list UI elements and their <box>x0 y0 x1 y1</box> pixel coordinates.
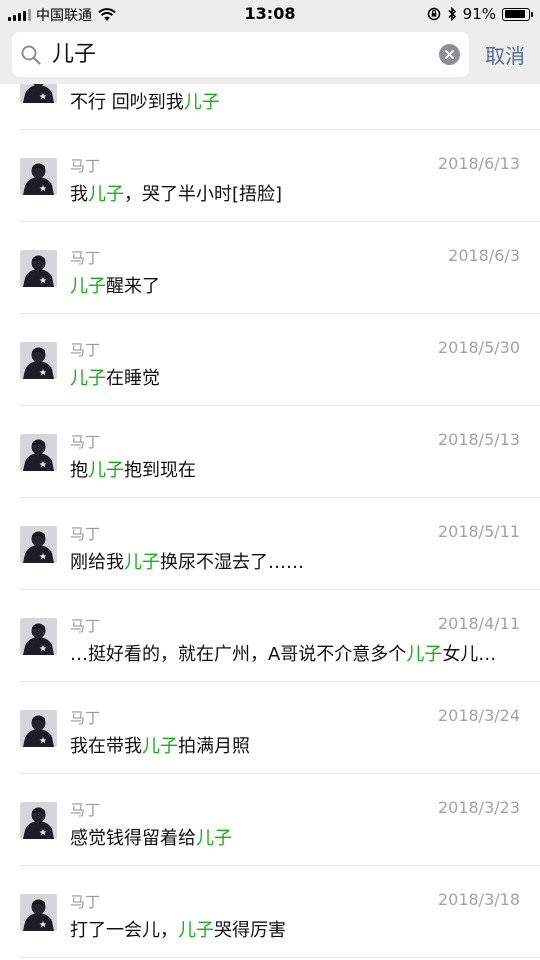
message-date: 2018/5/11 <box>437 522 520 541</box>
snippet-text: 哭得厉害 <box>214 920 286 941</box>
message-snippet: 感觉钱得留着给儿子 <box>70 824 522 850</box>
snippet-text: 女儿… <box>442 644 497 665</box>
message-date: 2018/3/24 <box>437 706 520 725</box>
keyword-highlight: 儿子 <box>196 828 232 849</box>
sender-name: 马丁 <box>70 157 101 175</box>
bluetooth-icon <box>448 6 456 22</box>
search-box <box>12 32 469 77</box>
avatar <box>20 250 57 287</box>
snippet-text: 醒来了 <box>106 276 160 297</box>
search-result-item[interactable]: 马丁 2018/6/3 儿子醒来了 <box>0 222 540 314</box>
message-snippet: 不行 回吵到我儿子 <box>70 88 522 114</box>
avatar <box>20 526 57 563</box>
message-snippet: 我儿子，哭了半小时[捂脸] <box>70 180 522 206</box>
snippet-text: 刚给我 <box>70 552 124 573</box>
message-snippet: 儿子在睡觉 <box>70 364 522 390</box>
sender-name: 马丁 <box>70 433 101 451</box>
sender-name: 马丁 <box>70 617 101 635</box>
divider <box>20 957 540 958</box>
snippet-text: 抱 <box>70 460 88 481</box>
search-icon <box>21 45 41 65</box>
search-input[interactable] <box>52 32 432 77</box>
keyword-highlight: 儿子 <box>124 552 160 573</box>
status-right: 91% <box>427 5 533 23</box>
avatar <box>20 434 57 471</box>
sender-name: 马丁 <box>70 249 101 267</box>
search-result-item[interactable]: 马丁 2018/5/30 儿子在睡觉 <box>0 314 540 406</box>
snippet-text: 抱到现在 <box>124 460 196 481</box>
keyword-highlight: 儿子 <box>88 460 124 481</box>
status-bar: 中国联通 13:08 91% <box>0 0 540 28</box>
message-snippet: …挺好看的，就在广州，A哥说不介意多个儿子女儿… <box>70 640 522 666</box>
message-snippet: 刚给我儿子换尿不湿去了…… <box>70 548 522 574</box>
message-snippet: 打了一会儿，儿子哭得厉害 <box>70 916 522 942</box>
avatar <box>20 802 57 839</box>
sender-name: 马丁 <box>70 801 101 819</box>
search-result-item[interactable]: 马丁 2018/5/13 抱儿子抱到现在 <box>0 406 540 498</box>
search-result-item[interactable]: 马丁 2018/6/13 我儿子，哭了半小时[捂脸] <box>0 130 540 222</box>
keyword-highlight: 儿子 <box>88 184 124 205</box>
clear-icon[interactable] <box>439 44 460 65</box>
avatar <box>20 84 57 103</box>
snippet-text: 感觉钱得留着给 <box>70 828 196 849</box>
rotation-lock-icon <box>427 7 440 21</box>
avatar <box>20 710 57 747</box>
message-date: 2018/5/13 <box>437 430 520 449</box>
search-result-item[interactable]: 马丁 2018/3/24 我在带我儿子拍满月照 <box>0 682 540 774</box>
message-date: 2018/5/30 <box>437 338 520 357</box>
snippet-text: 不行 回吵到我 <box>70 92 184 113</box>
search-result-item[interactable]: 马丁 2018/5/11 刚给我儿子换尿不湿去了…… <box>0 498 540 590</box>
snippet-text: 我在带我 <box>70 736 142 757</box>
sender-name: 马丁 <box>70 341 101 359</box>
snippet-text: 在睡觉 <box>106 368 160 389</box>
battery-percent: 91% <box>462 5 496 23</box>
keyword-highlight: 儿子 <box>70 368 106 389</box>
avatar <box>20 342 57 379</box>
avatar <box>20 894 57 931</box>
search-result-item[interactable]: 不行 回吵到我儿子 <box>0 84 540 130</box>
snippet-text: 拍满月照 <box>178 736 250 757</box>
message-snippet: 儿子醒来了 <box>70 272 522 298</box>
cancel-button[interactable]: 取消 <box>485 40 525 69</box>
message-date: 2018/6/13 <box>437 154 520 173</box>
search-results-list: 不行 回吵到我儿子 马丁 2018/6/13 我儿子，哭了半小时[捂脸] 马丁 2018/… <box>0 84 540 960</box>
sender-name: 马丁 <box>70 893 101 911</box>
snippet-text: 打了一会儿， <box>70 920 178 941</box>
message-snippet: 我在带我儿子拍满月照 <box>70 732 522 758</box>
message-date: 2018/3/23 <box>437 798 520 817</box>
keyword-highlight: 儿子 <box>183 92 220 113</box>
message-date: 2018/6/3 <box>448 246 520 265</box>
search-result-item[interactable]: 马丁 2018/3/23 感觉钱得留着给儿子 <box>0 774 540 866</box>
message-date: 2018/3/18 <box>437 890 520 909</box>
message-snippet: 抱儿子抱到现在 <box>70 456 522 482</box>
search-bar: 取消 <box>0 28 540 84</box>
battery-icon <box>502 7 533 21</box>
keyword-highlight: 儿子 <box>142 736 178 757</box>
sender-name: 马丁 <box>70 525 101 543</box>
snippet-text: ，哭了半小时[捂脸] <box>124 184 283 205</box>
avatar <box>20 158 57 195</box>
search-result-item[interactable]: 马丁 2018/3/18 打了一会儿，儿子哭得厉害 <box>0 866 540 958</box>
keyword-highlight: 儿子 <box>178 920 214 941</box>
snippet-text: 我 <box>70 184 88 205</box>
snippet-text: …挺好看的，就在广州，A哥说不介意多个 <box>70 644 407 665</box>
avatar <box>20 618 57 655</box>
snippet-text: 换尿不湿去了…… <box>160 552 304 573</box>
message-date: 2018/4/11 <box>437 614 520 633</box>
search-result-item[interactable]: 马丁 2018/4/11 …挺好看的，就在广州，A哥说不介意多个儿子女儿… <box>0 590 540 682</box>
keyword-highlight: 儿子 <box>70 276 106 297</box>
sender-name: 马丁 <box>70 709 101 727</box>
keyword-highlight: 儿子 <box>406 644 443 665</box>
